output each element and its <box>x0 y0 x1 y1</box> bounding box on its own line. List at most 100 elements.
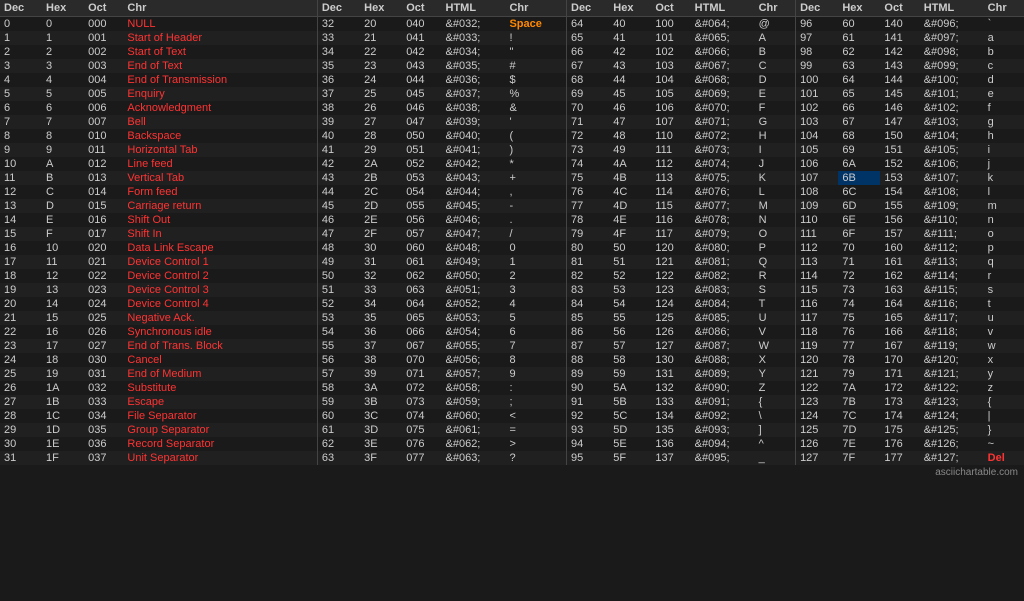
cell-oct4: 150 <box>880 129 919 143</box>
table-row: 15F017Shift In472F057&#047;/794F117&#079… <box>0 227 1024 241</box>
cell-hex: 1D <box>42 423 84 437</box>
cell-oct: 016 <box>84 213 123 227</box>
cell-html4: &#112; <box>920 241 984 255</box>
cell-chr: Synchronous idle <box>123 325 317 339</box>
cell-hex: 1F <box>42 451 84 465</box>
cell-hex3: 5F <box>609 451 651 465</box>
cell-hex4: 61 <box>838 31 880 45</box>
cell-html2: &#049; <box>442 255 506 269</box>
ascii-table-container: Dec Hex Oct Chr Dec Hex Oct HTML Chr Dec… <box>0 0 1024 480</box>
cell-hex2: 32 <box>360 269 402 283</box>
cell-dec3: 92 <box>567 409 610 423</box>
cell-chr2: , <box>505 185 566 199</box>
cell-html4: &#108; <box>920 185 984 199</box>
table-body: 00000NULL3220040&#032;Space6440100&#064;… <box>0 17 1024 466</box>
cell-html3: &#069; <box>691 87 755 101</box>
cell-hex3: 5E <box>609 437 651 451</box>
cell-dec2: 56 <box>317 353 360 367</box>
cell-html2: &#044; <box>442 185 506 199</box>
cell-hex: 19 <box>42 367 84 381</box>
cell-html4: &#124; <box>920 409 984 423</box>
cell-dec2: 61 <box>317 423 360 437</box>
cell-dec2: 48 <box>317 241 360 255</box>
cell-chr2: ; <box>505 395 566 409</box>
cell-hex4: 6D <box>838 199 880 213</box>
cell-html4: &#115; <box>920 283 984 297</box>
cell-oct4: 172 <box>880 381 919 395</box>
cell-hex3: 51 <box>609 255 651 269</box>
cell-hex4: 7F <box>838 451 880 465</box>
cell-oct: 033 <box>84 395 123 409</box>
cell-oct: 001 <box>84 31 123 45</box>
cell-dec4: 118 <box>796 325 839 339</box>
cell-oct2: 051 <box>402 143 441 157</box>
cell-hex3: 5A <box>609 381 651 395</box>
cell-hex3: 45 <box>609 87 651 101</box>
cell-html3: &#064; <box>691 17 755 32</box>
cell-hex3: 40 <box>609 17 651 32</box>
cell-chr: Backspace <box>123 129 317 143</box>
cell-oct4: 153 <box>880 171 919 185</box>
cell-dec: 7 <box>0 115 42 129</box>
cell-hex4: 75 <box>838 311 880 325</box>
table-row: 2014024Device Control 45234064&#052;4845… <box>0 297 1024 311</box>
cell-dec3: 79 <box>567 227 610 241</box>
cell-html2: &#038; <box>442 101 506 115</box>
cell-dec4: 112 <box>796 241 839 255</box>
cell-hex2: 34 <box>360 297 402 311</box>
cell-dec4: 111 <box>796 227 839 241</box>
cell-hex4: 60 <box>838 17 880 32</box>
cell-dec: 2 <box>0 45 42 59</box>
cell-oct2: 074 <box>402 409 441 423</box>
cell-chr: Line feed <box>123 157 317 171</box>
cell-html2: &#040; <box>442 129 506 143</box>
cell-oct4: 164 <box>880 297 919 311</box>
cell-dec: 10 <box>0 157 42 171</box>
cell-hex4: 77 <box>838 339 880 353</box>
cell-hex: 4 <box>42 73 84 87</box>
cell-chr: Shift In <box>123 227 317 241</box>
cell-oct2: 047 <box>402 115 441 129</box>
col-hex-2: Hex <box>360 0 402 17</box>
cell-dec: 22 <box>0 325 42 339</box>
table-row: 99011Horizontal Tab4129051&#041;)7349111… <box>0 143 1024 157</box>
table-row: 66006Acknowledgment3826046&#038;&7046106… <box>0 101 1024 115</box>
cell-dec3: 65 <box>567 31 610 45</box>
cell-hex4: 65 <box>838 87 880 101</box>
cell-chr4: c <box>984 59 1024 73</box>
table-row: 10A012Line feed422A052&#042;*744A112&#07… <box>0 157 1024 171</box>
cell-html2: &#055; <box>442 339 506 353</box>
cell-chr4: ` <box>984 17 1024 32</box>
cell-chr: End of Medium <box>123 367 317 381</box>
table-row: 311F037Unit Separator633F077&#063;?955F1… <box>0 451 1024 465</box>
cell-chr3: K <box>755 171 796 185</box>
cell-html2: &#059; <box>442 395 506 409</box>
cell-html2: &#063; <box>442 451 506 465</box>
cell-chr4: d <box>984 73 1024 87</box>
cell-oct3: 131 <box>651 367 690 381</box>
cell-oct4: 160 <box>880 241 919 255</box>
cell-dec3: 83 <box>567 283 610 297</box>
cell-hex2: 2C <box>360 185 402 199</box>
cell-dec2: 55 <box>317 339 360 353</box>
cell-dec4: 125 <box>796 423 839 437</box>
cell-oct3: 117 <box>651 227 690 241</box>
cell-hex3: 43 <box>609 59 651 73</box>
cell-dec2: 43 <box>317 171 360 185</box>
cell-oct2: 050 <box>402 129 441 143</box>
cell-chr3: S <box>755 283 796 297</box>
cell-dec: 17 <box>0 255 42 269</box>
cell-dec: 21 <box>0 311 42 325</box>
cell-oct2: 043 <box>402 59 441 73</box>
cell-hex4: 79 <box>838 367 880 381</box>
cell-html3: &#065; <box>691 31 755 45</box>
cell-hex4: 6A <box>838 157 880 171</box>
cell-dec2: 51 <box>317 283 360 297</box>
cell-html4: &#123; <box>920 395 984 409</box>
cell-html2: &#056; <box>442 353 506 367</box>
cell-oct3: 114 <box>651 185 690 199</box>
cell-chr3: Q <box>755 255 796 269</box>
cell-dec2: 49 <box>317 255 360 269</box>
cell-oct3: 123 <box>651 283 690 297</box>
cell-hex: 17 <box>42 339 84 353</box>
